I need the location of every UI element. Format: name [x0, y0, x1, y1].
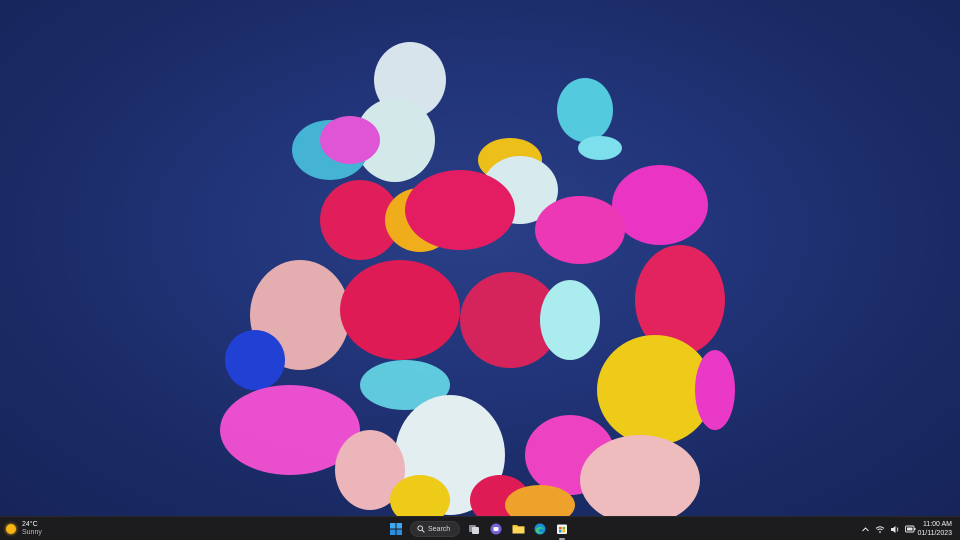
volume-icon[interactable] [890, 525, 900, 534]
sun-icon [6, 524, 16, 534]
windows-logo-icon [390, 523, 402, 535]
desktop[interactable] [0, 0, 960, 516]
wifi-icon[interactable] [875, 525, 885, 534]
start-button[interactable] [388, 521, 404, 537]
search-button[interactable]: Search [410, 521, 460, 537]
teams-icon [490, 523, 502, 535]
edge-icon [534, 523, 546, 535]
folder-icon [512, 525, 524, 534]
clock-time: 11:00 AM [922, 521, 952, 528]
chevron-up-icon[interactable] [861, 525, 870, 534]
taskbar-center: Search [388, 520, 570, 540]
clock[interactable]: 11:00 AM 01/11/2023 [917, 520, 952, 538]
file-explorer-button[interactable] [510, 521, 526, 537]
weather-widget[interactable]: 24°C Sunny [6, 520, 42, 538]
edge-button[interactable] [532, 521, 548, 537]
weather-condition: Sunny [22, 529, 42, 536]
search-label: Search [428, 525, 451, 533]
search-icon [417, 525, 425, 533]
taskbar: 24°C Sunny Search 11:00 AM 01/11/2023 [0, 516, 960, 540]
weather-temperature: 24°C [22, 521, 38, 528]
store-button[interactable] [554, 521, 570, 540]
teams-chat-button[interactable] [488, 521, 504, 537]
store-icon [557, 524, 567, 534]
bloom-wallpaper [220, 42, 735, 516]
battery-icon[interactable] [905, 525, 916, 533]
clock-date: 01/11/2023 [917, 530, 952, 537]
system-tray [861, 521, 916, 537]
task-view-button[interactable] [466, 521, 482, 537]
task-view-icon [469, 525, 479, 534]
